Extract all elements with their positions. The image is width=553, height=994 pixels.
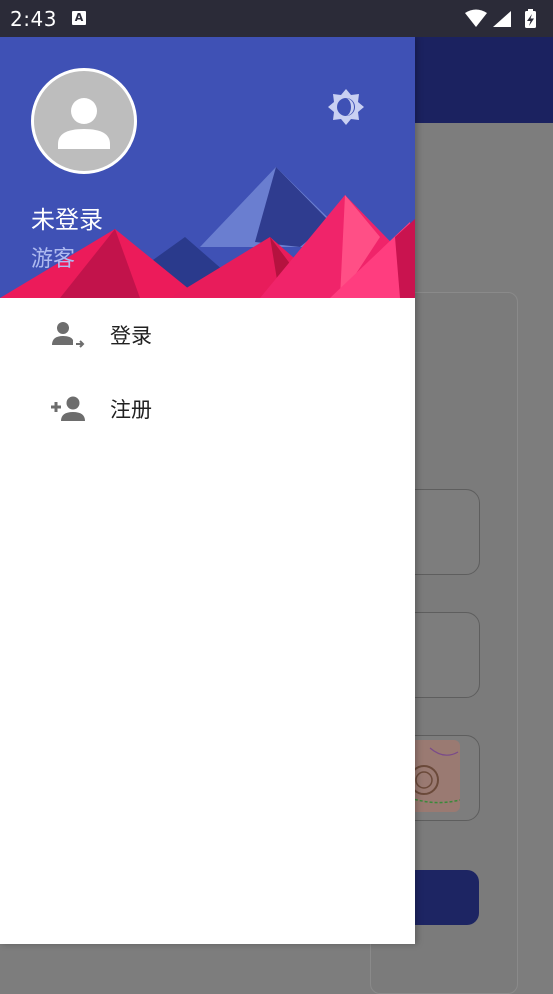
brightness-icon [328,89,364,125]
battery-charging-icon [525,9,536,28]
avatar[interactable] [31,68,137,174]
menu-item-login-label: 登录 [110,324,152,348]
person-add-icon [51,396,85,421]
menu-item-login[interactable]: 登录 [0,298,415,372]
status-time: 2:43 [10,7,57,31]
user-role: 游客 [31,247,76,272]
menu-item-register-label: 注册 [110,398,152,422]
status-bar: 2:43 A [0,0,553,37]
notification-a-icon: A [72,11,86,25]
drawer-header: 未登录 游客 [0,37,415,298]
person-icon [58,98,110,149]
login-icon [52,322,85,348]
user-name: 未登录 [31,206,103,234]
drawer-menu: 登录 注册 [0,298,415,446]
status-icons [465,9,536,28]
navigation-drawer: 未登录 游客 登录 注册 [0,37,415,944]
signal-icon [493,11,511,27]
theme-toggle-button[interactable] [326,87,366,127]
wifi-icon [465,9,487,27]
menu-item-register[interactable]: 注册 [0,372,415,446]
